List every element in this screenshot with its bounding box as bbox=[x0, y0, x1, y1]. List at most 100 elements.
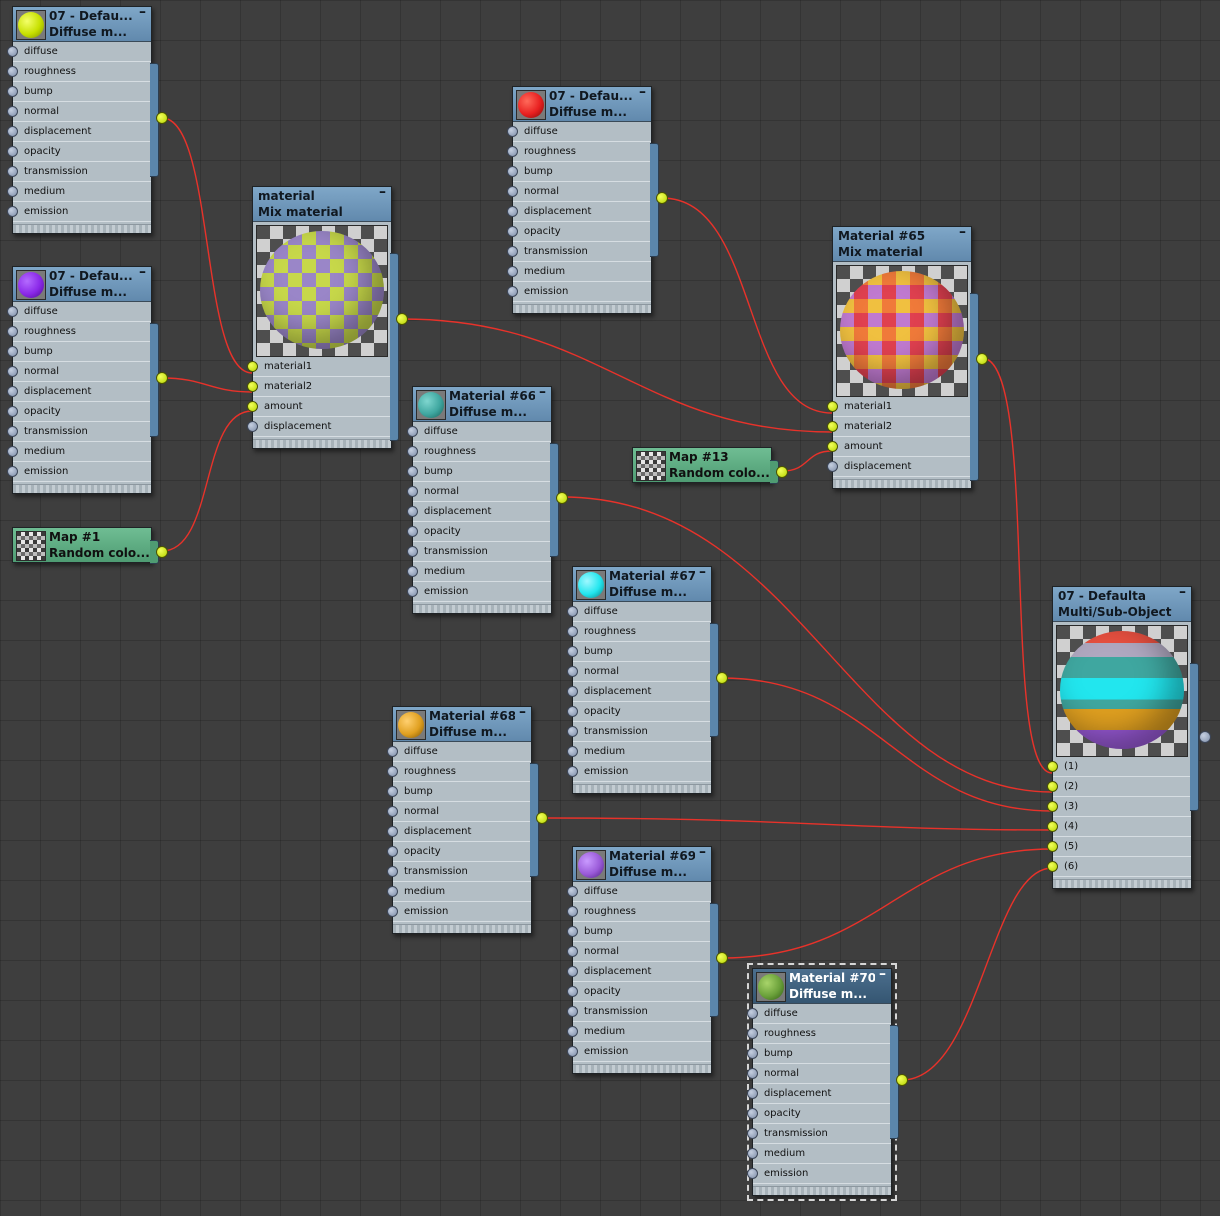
multi-sub-object-node[interactable]: 07 - Defaulta Multi/Sub-Object – (1) (2) (… bbox=[1047, 584, 1211, 889]
node-header[interactable]: 07 - Defau... Diffuse m... – bbox=[13, 4, 151, 42]
input-slot-transmission[interactable]: transmission bbox=[567, 723, 711, 742]
input-slot-amount[interactable]: amount bbox=[827, 438, 971, 457]
input-slot-opacity[interactable]: opacity bbox=[567, 983, 711, 1002]
input-slot-2[interactable]: (2) bbox=[1047, 778, 1191, 797]
input-slot-opacity[interactable]: opacity bbox=[407, 523, 551, 542]
input-slot-material1[interactable]: material1 bbox=[247, 358, 391, 377]
node-resize-handle[interactable] bbox=[393, 924, 531, 933]
input-slot-bump[interactable]: bump bbox=[567, 923, 711, 942]
input-slot-roughness[interactable]: roughness bbox=[507, 143, 651, 162]
node-resize-handle[interactable] bbox=[13, 484, 151, 493]
output-socket[interactable] bbox=[536, 812, 548, 824]
input-slot-bump[interactable]: bump bbox=[7, 343, 151, 362]
input-slot-roughness[interactable]: roughness bbox=[407, 443, 551, 462]
collapse-icon[interactable]: – bbox=[959, 224, 966, 240]
output-socket[interactable] bbox=[556, 492, 568, 504]
input-slot-medium[interactable]: medium bbox=[507, 263, 651, 282]
node-header[interactable]: 07 - Defau... Diffuse m... – bbox=[13, 264, 151, 302]
input-slot-emission[interactable]: emission bbox=[567, 1043, 711, 1062]
node-resize-handle[interactable] bbox=[753, 1186, 891, 1195]
input-slot-transmission[interactable]: transmission bbox=[507, 243, 651, 262]
node-header[interactable]: Material #67 Diffuse m... – bbox=[573, 564, 711, 602]
input-slot-displacement[interactable]: displacement bbox=[827, 458, 971, 477]
input-slot-6[interactable]: (6) bbox=[1047, 858, 1191, 877]
input-slot-normal[interactable]: normal bbox=[407, 483, 551, 502]
material-node-69[interactable]: Material #69 Diffuse m... – diffuse rough… bbox=[567, 844, 728, 1074]
material-node-70-selected[interactable]: Material #70 Diffuse m... – diffuse rough… bbox=[747, 963, 908, 1201]
input-slot-bump[interactable]: bump bbox=[7, 83, 151, 102]
node-resize-handle[interactable] bbox=[1053, 879, 1191, 888]
collapse-icon[interactable]: – bbox=[379, 184, 386, 200]
input-slot-transmission[interactable]: transmission bbox=[747, 1125, 891, 1144]
output-socket[interactable] bbox=[156, 372, 168, 384]
node-header[interactable]: Material #70 Diffuse m... – bbox=[753, 966, 891, 1004]
input-slot-normal[interactable]: normal bbox=[567, 663, 711, 682]
input-slot-bump[interactable]: bump bbox=[747, 1045, 891, 1064]
node-header[interactable]: Material #65 Mix material – bbox=[833, 224, 971, 262]
input-slot-opacity[interactable]: opacity bbox=[747, 1105, 891, 1124]
input-slot-normal[interactable]: normal bbox=[567, 943, 711, 962]
input-slot-displacement[interactable]: displacement bbox=[747, 1085, 891, 1104]
input-slot-opacity[interactable]: opacity bbox=[567, 703, 711, 722]
input-slot-diffuse[interactable]: diffuse bbox=[407, 423, 551, 442]
node-header[interactable]: material Mix material – bbox=[253, 184, 391, 222]
input-slot-medium[interactable]: medium bbox=[387, 883, 531, 902]
material-node-07-default-yellow[interactable]: 07 - Defau... Diffuse m... – diffuse roug… bbox=[7, 4, 168, 234]
node-resize-handle[interactable] bbox=[833, 479, 971, 488]
input-slot-displacement[interactable]: displacement bbox=[567, 683, 711, 702]
input-slot-normal[interactable]: normal bbox=[7, 363, 151, 382]
input-slot-material2[interactable]: material2 bbox=[827, 418, 971, 437]
input-slot-amount[interactable]: amount bbox=[247, 398, 391, 417]
collapse-icon[interactable]: – bbox=[139, 264, 146, 280]
collapse-icon[interactable]: – bbox=[139, 4, 146, 20]
input-slot-emission[interactable]: emission bbox=[407, 583, 551, 602]
input-slot-bump[interactable]: bump bbox=[387, 783, 531, 802]
input-slot-emission[interactable]: emission bbox=[567, 763, 711, 782]
collapse-icon[interactable]: – bbox=[879, 966, 886, 982]
input-slot-displacement[interactable]: displacement bbox=[7, 123, 151, 142]
input-slot-transmission[interactable]: transmission bbox=[567, 1003, 711, 1022]
input-slot-1[interactable]: (1) bbox=[1047, 758, 1191, 777]
input-slot-normal[interactable]: normal bbox=[747, 1065, 891, 1084]
input-slot-diffuse[interactable]: diffuse bbox=[567, 603, 711, 622]
node-header[interactable]: 07 - Defau... Diffuse m... – bbox=[513, 84, 651, 122]
mix-material-node[interactable]: material Mix material – material1 materia… bbox=[247, 184, 408, 449]
input-slot-medium[interactable]: medium bbox=[567, 743, 711, 762]
output-socket[interactable] bbox=[396, 313, 408, 325]
input-slot-medium[interactable]: medium bbox=[747, 1145, 891, 1164]
input-slot-roughness[interactable]: roughness bbox=[567, 903, 711, 922]
input-slot-normal[interactable]: normal bbox=[7, 103, 151, 122]
input-slot-transmission[interactable]: transmission bbox=[387, 863, 531, 882]
input-slot-displacement[interactable]: displacement bbox=[7, 383, 151, 402]
input-slot-opacity[interactable]: opacity bbox=[387, 843, 531, 862]
input-slot-roughness[interactable]: roughness bbox=[7, 63, 151, 82]
output-socket[interactable] bbox=[716, 952, 728, 964]
input-slot-opacity[interactable]: opacity bbox=[7, 143, 151, 162]
output-socket[interactable] bbox=[776, 466, 788, 478]
input-slot-emission[interactable]: emission bbox=[387, 903, 531, 922]
collapse-icon[interactable]: – bbox=[699, 564, 706, 580]
input-slot-displacement[interactable]: displacement bbox=[247, 418, 391, 437]
input-slot-diffuse[interactable]: diffuse bbox=[507, 123, 651, 142]
input-slot-3[interactable]: (3) bbox=[1047, 798, 1191, 817]
input-slot-emission[interactable]: emission bbox=[507, 283, 651, 302]
input-slot-medium[interactable]: medium bbox=[407, 563, 551, 582]
input-slot-diffuse[interactable]: diffuse bbox=[567, 883, 711, 902]
node-header[interactable]: Material #66 Diffuse m... – bbox=[413, 384, 551, 422]
node-resize-handle[interactable] bbox=[253, 439, 391, 448]
collapse-icon[interactable]: – bbox=[639, 84, 646, 100]
output-socket[interactable] bbox=[656, 192, 668, 204]
node-header[interactable]: Material #69 Diffuse m... – bbox=[573, 844, 711, 882]
input-slot-emission[interactable]: emission bbox=[7, 463, 151, 482]
input-slot-material1[interactable]: material1 bbox=[827, 398, 971, 417]
collapse-icon[interactable]: – bbox=[699, 844, 706, 860]
input-slot-normal[interactable]: normal bbox=[507, 183, 651, 202]
input-slot-5[interactable]: (5) bbox=[1047, 838, 1191, 857]
input-slot-material2[interactable]: material2 bbox=[247, 378, 391, 397]
input-slot-diffuse[interactable]: diffuse bbox=[7, 43, 151, 62]
node-resize-handle[interactable] bbox=[13, 224, 151, 233]
input-slot-bump[interactable]: bump bbox=[567, 643, 711, 662]
input-slot-opacity[interactable]: opacity bbox=[507, 223, 651, 242]
node-resize-handle[interactable] bbox=[513, 304, 651, 313]
input-slot-diffuse[interactable]: diffuse bbox=[7, 303, 151, 322]
